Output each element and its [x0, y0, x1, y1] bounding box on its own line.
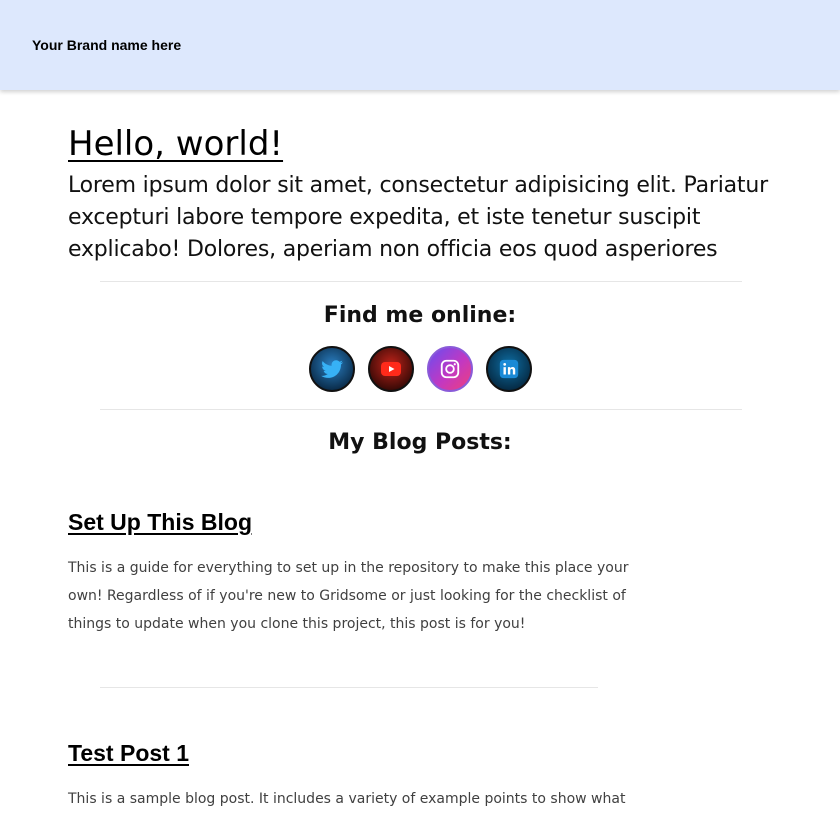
find-me-heading: Find me online: [323, 303, 517, 328]
youtube-icon [380, 362, 401, 376]
social-links [68, 346, 772, 392]
divider [100, 409, 742, 410]
post-excerpt: This is a sample blog post. It includes … [68, 791, 626, 807]
divider [100, 281, 742, 282]
linkedin-icon [499, 359, 518, 379]
brand-link[interactable]: Your Brand name here [32, 37, 181, 53]
post-title-link[interactable]: Test Post 1 [68, 739, 189, 767]
hero-intro-text: Lorem ipsum dolor sit amet, consectetur … [68, 173, 768, 262]
twitter-icon [320, 360, 343, 378]
navbar: Your Brand name here [0, 0, 840, 90]
blog-post-card: Set Up This Blog This is a guide for eve… [68, 508, 638, 638]
linkedin-link[interactable] [485, 346, 532, 392]
instagram-link[interactable] [426, 346, 473, 392]
post-excerpt: This is a guide for everything to set up… [68, 560, 629, 632]
instagram-icon [440, 359, 459, 379]
youtube-link[interactable] [367, 346, 414, 392]
twitter-link[interactable] [308, 346, 355, 392]
post-divider [100, 687, 598, 688]
page-title: Hello, world! [68, 124, 284, 164]
blog-post-card: Test Post 1 This is a sample blog post. … [68, 739, 638, 813]
main-content: Hello, world! Lorem ipsum dolor sit amet… [0, 90, 840, 813]
blog-posts-heading: My Blog Posts: [328, 430, 512, 455]
post-title-link[interactable]: Set Up This Blog [68, 508, 252, 536]
